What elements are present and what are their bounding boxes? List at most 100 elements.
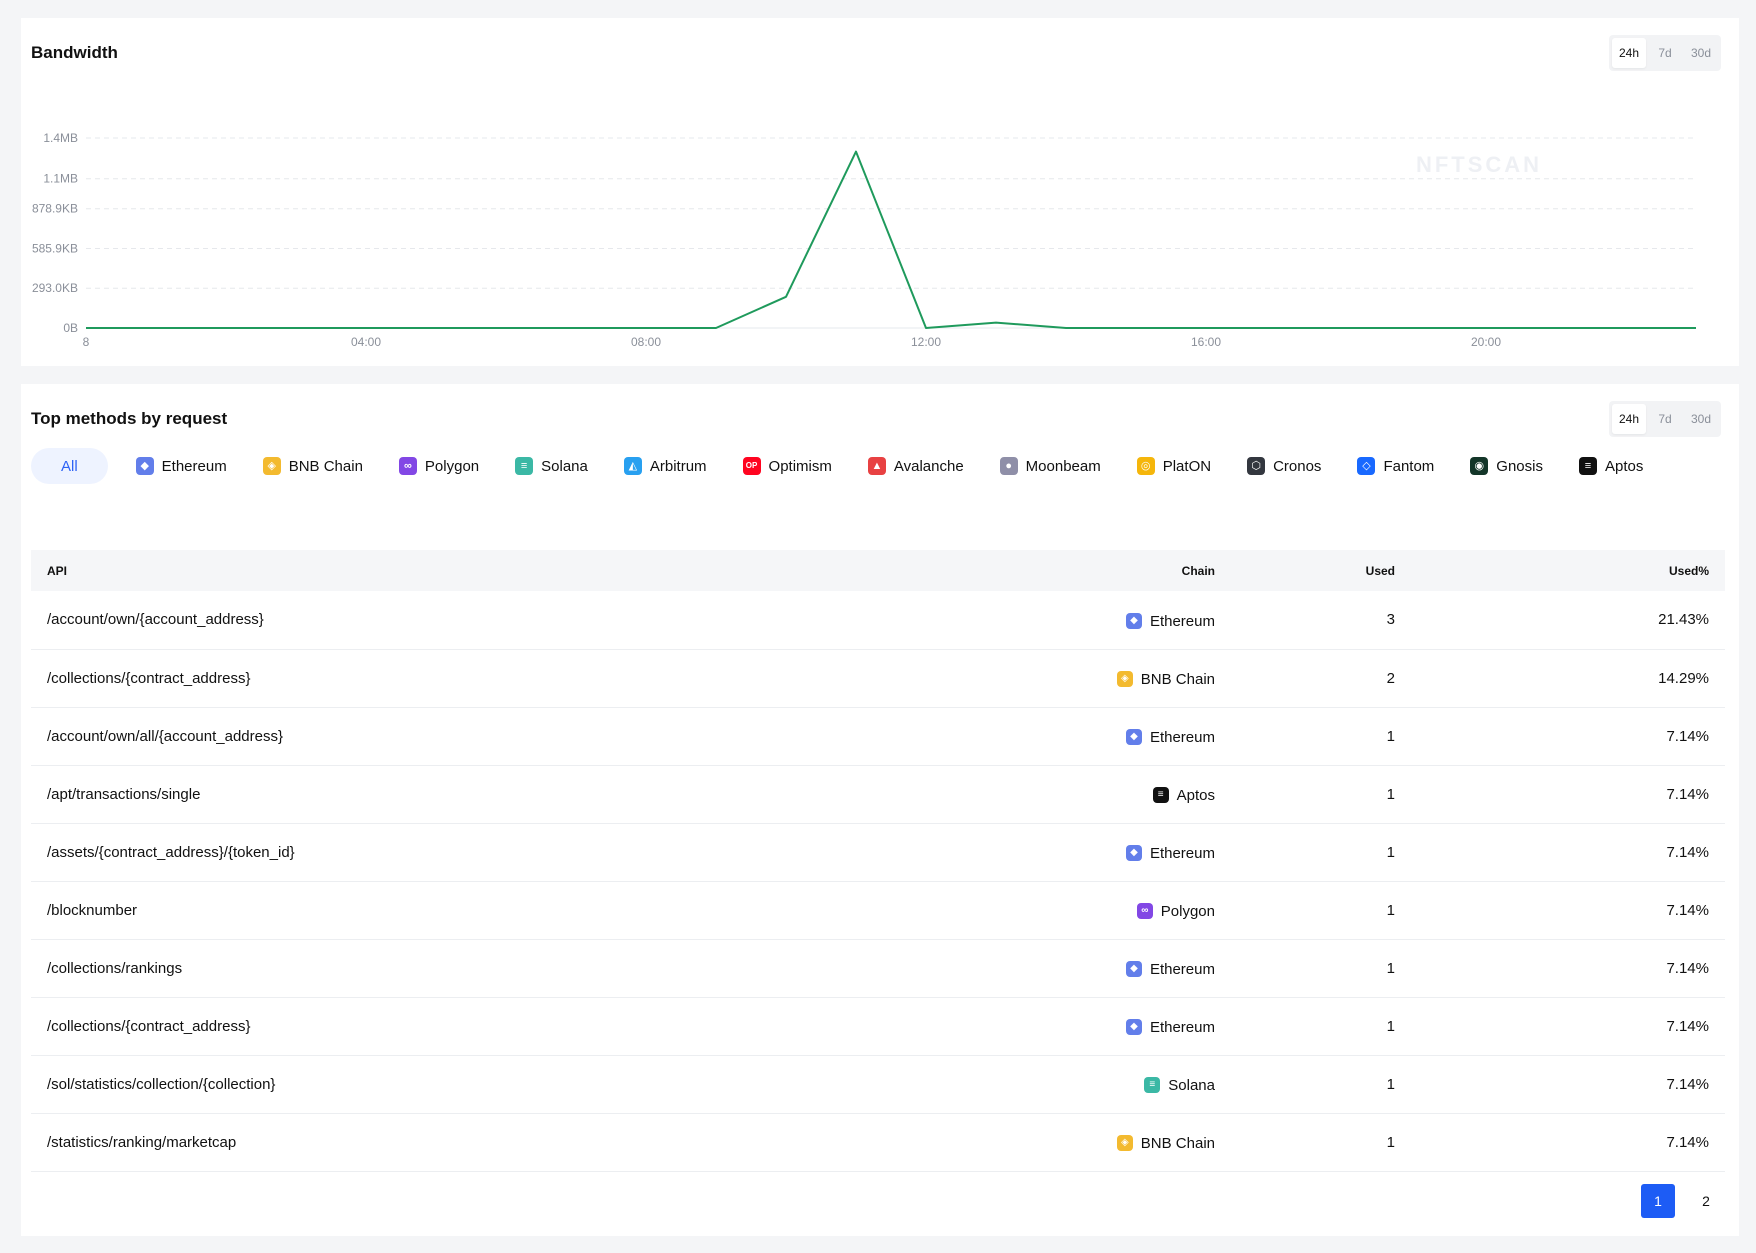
table-row[interactable]: /collections/rankings ◆ Ethereum 1 7.14% — [31, 939, 1725, 997]
methods-range-30d[interactable]: 30d — [1684, 404, 1718, 434]
y-tick-label: 1.1MB — [43, 172, 78, 186]
api-path-cell: /apt/transactions/single — [47, 785, 201, 803]
chain-name: Ethereum — [1149, 960, 1215, 978]
chain-filter-label: Ethereum — [161, 457, 227, 475]
chain-name: Aptos — [1176, 786, 1215, 804]
chain-badge: ≡ Aptos — [1152, 786, 1215, 804]
used-count-cell: 1 — [1386, 843, 1395, 861]
chain-badge: ◈ BNB Chain — [1116, 671, 1215, 688]
chain-badge: ◆ Ethereum — [1125, 960, 1215, 978]
page-button-1[interactable]: 1 — [1641, 1184, 1675, 1218]
chain-filter-solana[interactable]: ≡ Solana — [501, 448, 610, 484]
chain-badge: ◈ BNB Chain — [1116, 1134, 1215, 1152]
bandwidth-chart: NFTSCAN 0B 293.0KB 585.9KB 878.9KB 1.1MB 1.4MB… — [32, 131, 1696, 349]
chain-cell: ≡ Solana — [1091, 1055, 1231, 1113]
chain-filter-platon[interactable]: ◎ PlatON — [1123, 448, 1233, 484]
used-percent-cell: 7.14% — [1666, 843, 1709, 861]
used-count-cell: 1 — [1386, 959, 1395, 977]
ethereum-icon: ◆ — [1125, 961, 1142, 978]
used-percent-cell: 7.14% — [1666, 785, 1709, 803]
x-tick-label: 08:00 — [631, 335, 661, 349]
bandwidth-series-line — [86, 150, 1696, 329]
chain-filter-avalanche[interactable]: ▲ Avalanche — [854, 448, 986, 484]
x-tick-label: 04:00 — [351, 335, 381, 349]
y-tick-label: 293.0KB — [32, 281, 78, 295]
chain-filter-aptos[interactable]: ≡ Aptos — [1565, 448, 1665, 484]
ethereum-icon: ◆ — [135, 457, 154, 475]
chain-name: BNB Chain — [1140, 1134, 1215, 1152]
used-percent-cell: 7.14% — [1666, 1017, 1709, 1035]
chain-filter-label: Solana — [541, 457, 588, 475]
chain-filter-moonbeam[interactable]: ● Moonbeam — [986, 448, 1123, 484]
table-row[interactable]: /collections/{contract_address} ◈ BNB Chai… — [31, 649, 1725, 707]
chain-cell: ◆ Ethereum — [1091, 591, 1231, 649]
chain-cell: ◆ Ethereum — [1091, 997, 1231, 1055]
chain-name: Ethereum — [1149, 1018, 1215, 1036]
bandwidth-range-30d[interactable]: 30d — [1684, 38, 1718, 68]
cronos-icon: ⬡ — [1247, 457, 1266, 475]
methods-range-24h[interactable]: 24h — [1612, 404, 1646, 434]
chain-filter-fantom[interactable]: ◇ Fantom — [1343, 448, 1456, 484]
bandwidth-card: NFTSCAN 0B 293.0KB 585.9KB 878.9KB 1.1MB 1.4MB… — [21, 18, 1739, 366]
table-row[interactable]: /sol/statistics/collection/{collection} ≡… — [31, 1055, 1725, 1113]
chain-filter-ethereum[interactable]: ◆ Ethereum — [122, 448, 249, 484]
api-path-cell: /sol/statistics/collection/{collection} — [47, 1075, 276, 1093]
used-count-cell: 1 — [1386, 785, 1395, 803]
chain-filter-bnb-chain[interactable]: ◈ BNB Chain — [249, 448, 385, 484]
solana-icon: ≡ — [1144, 1077, 1161, 1094]
bandwidth-range-selector: 24h 7d 30d — [1609, 35, 1721, 71]
chain-filter-all[interactable]: All — [31, 448, 108, 484]
used-count-cell: 2 — [1386, 669, 1395, 687]
api-path-cell: /account/own/{account_address} — [47, 611, 264, 629]
chain-filter-label: Optimism — [768, 457, 832, 475]
api-path-cell: /collections/rankings — [47, 959, 183, 977]
table-row[interactable]: /collections/{contract_address} ◆ Ethereum… — [31, 997, 1725, 1055]
table-row[interactable]: /blocknumber ∞ Polygon 1 7.14% — [31, 881, 1725, 939]
used-count-cell: 1 — [1386, 1133, 1395, 1151]
chain-filter-optimism[interactable]: OP Optimism — [729, 448, 854, 484]
ethereum-icon: ◆ — [1125, 1019, 1142, 1036]
used-percent-cell: 7.14% — [1666, 727, 1709, 745]
chain-filter-cronos[interactable]: ⬡ Cronos — [1233, 448, 1343, 484]
api-path-cell: /blocknumber — [47, 901, 138, 919]
used-percent-cell: 7.14% — [1666, 959, 1709, 977]
chain-badge: ∞ Polygon — [1136, 903, 1215, 920]
used-count-cell: 1 — [1386, 727, 1395, 745]
chain-filter-label: Aptos — [1604, 457, 1644, 475]
chain-name: Ethereum — [1149, 612, 1215, 630]
moonbeam-icon: ● — [999, 457, 1018, 475]
x-tick-label: 12:00 — [911, 335, 941, 349]
chain-cell: ◈ BNB Chain — [1091, 649, 1231, 707]
methods-table: API Chain Used Used% /account/own/{accou… — [31, 550, 1725, 1172]
table-row[interactable]: /statistics/ranking/marketcap ◈ BNB Chain 1… — [31, 1113, 1725, 1171]
gnosis-icon: ◉ — [1470, 457, 1489, 475]
y-tick-label: 1.4MB — [43, 131, 78, 145]
chain-cell: ∞ Polygon — [1091, 881, 1231, 939]
top-methods-card: Top methods by request 24h 7d 30d All ◆ Et… — [21, 384, 1739, 1236]
chain-filter-polygon[interactable]: ∞ Polygon — [385, 448, 501, 484]
pagination: 12 — [1641, 1184, 1723, 1218]
chain-filter-label: Polygon — [424, 457, 480, 475]
bnb-chain-icon: ◈ — [1116, 671, 1133, 688]
chain-filter-arbitrum[interactable]: ◭ Arbitrum — [610, 448, 729, 484]
table-row[interactable]: /account/own/all/{account_address} ◆ Ether… — [31, 707, 1725, 765]
api-path-cell: /assets/{contract_address}/{token_id} — [47, 843, 295, 861]
chain-cell: ≡ Aptos — [1091, 765, 1231, 823]
used-percent-cell: 7.14% — [1666, 1133, 1709, 1151]
chain-name: Solana — [1168, 1076, 1215, 1094]
bnb-chain-icon: ◈ — [1116, 1135, 1133, 1152]
used-count-cell: 1 — [1386, 1075, 1395, 1093]
solana-icon: ≡ — [515, 457, 534, 475]
table-row[interactable]: /apt/transactions/single ≡ Aptos 1 7.14% — [31, 765, 1725, 823]
page-button-2[interactable]: 2 — [1689, 1184, 1723, 1218]
bandwidth-range-24h[interactable]: 24h — [1612, 38, 1646, 68]
table-row[interactable]: /account/own/{account_address} ◆ Ethereum 3… — [31, 591, 1725, 649]
fantom-icon: ◇ — [1357, 457, 1376, 475]
table-row[interactable]: /assets/{contract_address}/{token_id} ◆ Et… — [31, 823, 1725, 881]
bandwidth-range-7d[interactable]: 7d — [1648, 38, 1682, 68]
chain-filter-label: Moonbeam — [1025, 457, 1101, 475]
chain-filter-gnosis[interactable]: ◉ Gnosis — [1456, 448, 1565, 484]
used-percent-cell: 7.14% — [1666, 1075, 1709, 1093]
chain-filter-label: PlatON — [1162, 457, 1212, 475]
methods-range-7d[interactable]: 7d — [1648, 404, 1682, 434]
